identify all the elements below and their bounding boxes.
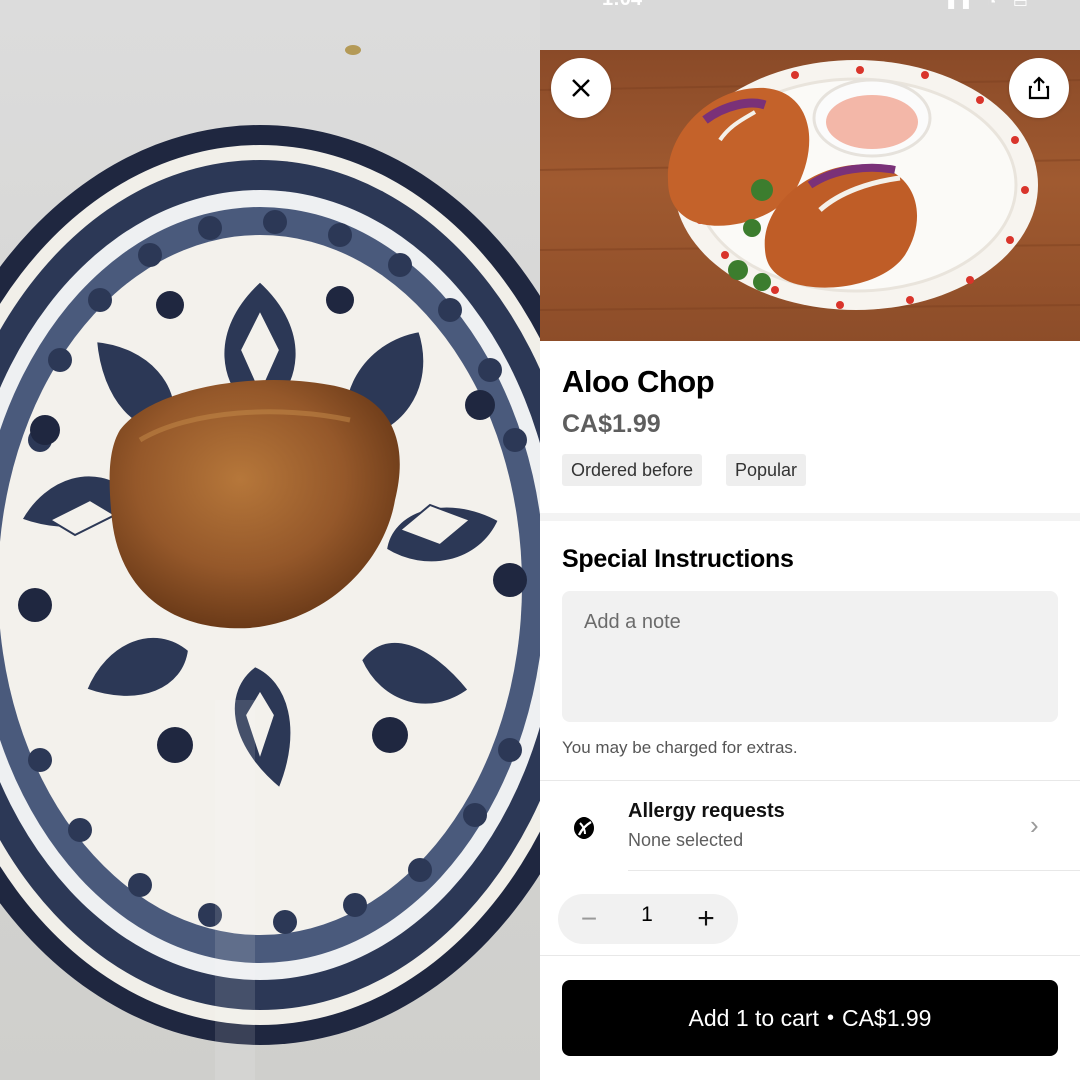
close-button[interactable] xyxy=(551,58,611,118)
decrease-quantity-button[interactable]: − xyxy=(574,901,604,937)
hero-food-illustration xyxy=(540,60,1080,311)
share-button[interactable] xyxy=(1009,58,1069,118)
add-to-cart-label: Add 1 to cart xyxy=(688,1004,819,1031)
divider xyxy=(628,870,1080,871)
section-divider xyxy=(540,513,1080,521)
allergy-requests-title: Allergy requests xyxy=(628,800,785,822)
separator-dot: • xyxy=(826,1006,834,1029)
add-to-cart-button[interactable]: Add 1 to cart • CA$1.99 xyxy=(562,980,1058,1056)
allergy-requests-value: None selected xyxy=(628,830,744,850)
status-icons: ▮▮ ◔ ▭ xyxy=(946,0,1034,11)
quantity-value: 1 xyxy=(641,903,653,926)
status-bar: 1:04 ▮▮ ◔ ▭ xyxy=(540,0,1080,50)
increase-quantity-button[interactable]: + xyxy=(691,901,721,937)
quantity-stepper: − 1 + xyxy=(558,894,738,944)
divider xyxy=(540,780,1080,781)
ordered-before-badge: Ordered before xyxy=(562,454,703,486)
allergy-leaf-icon xyxy=(574,817,594,839)
extras-charge-note: You may be charged for extras. xyxy=(562,738,798,757)
note-field-container[interactable] xyxy=(562,591,1058,722)
add-to-cart-price: CA$1.99 xyxy=(841,1004,932,1031)
close-icon xyxy=(572,79,590,97)
popular-badge: Popular xyxy=(726,454,807,486)
item-detail-screen: 1:04 ▮▮ ◔ ▭ xyxy=(540,0,1080,1080)
allergy-requests-row[interactable]: Allergy requests None selected › xyxy=(540,782,1080,870)
item-price: CA$1.99 xyxy=(562,410,661,438)
divider xyxy=(540,955,1080,956)
chevron-right-icon: › xyxy=(1030,810,1039,840)
food-photo xyxy=(0,0,540,1080)
item-hero-image xyxy=(540,50,1080,341)
item-title: Aloo Chop xyxy=(562,364,715,399)
special-instructions-title: Special Instructions xyxy=(562,545,794,573)
share-icon xyxy=(1028,76,1050,100)
plate-illustration xyxy=(0,45,540,1080)
status-time: 1:04 xyxy=(602,0,642,11)
note-input[interactable] xyxy=(584,611,1034,634)
